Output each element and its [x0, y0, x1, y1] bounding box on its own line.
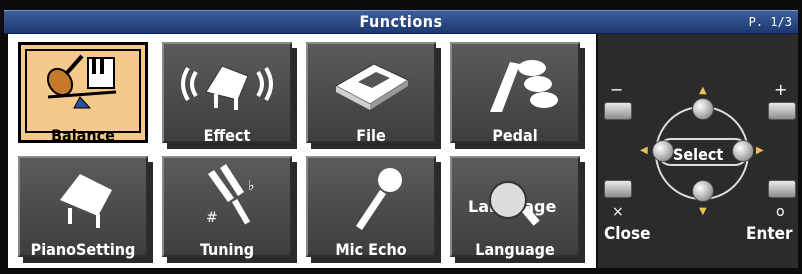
right-button[interactable]	[732, 140, 754, 162]
close-button[interactable]	[604, 180, 632, 198]
tile-language[interactable]: Language Language	[450, 156, 586, 263]
tile-file[interactable]: File	[306, 42, 442, 149]
tile-label: Pedal	[492, 126, 538, 145]
control-panel: − + ▲ ▼ ◀ ▶ Select × Close o Enter	[598, 34, 798, 268]
down-arrow-icon: ▼	[699, 206, 707, 217]
svg-text:#: #	[206, 210, 218, 226]
tile-label: Balance	[51, 126, 115, 145]
up-button[interactable]	[692, 98, 714, 120]
page-title: Functions	[359, 12, 443, 31]
tile-label: Effect	[203, 126, 251, 145]
tile-tuning[interactable]: # ♭ Tuning	[162, 156, 298, 263]
tile-label: Mic Echo	[335, 240, 407, 259]
functions-screen: Functions P. 1/3 Balance Effect File Ped…	[0, 0, 802, 274]
tile-label: File	[356, 126, 386, 145]
down-button[interactable]	[692, 180, 714, 202]
tile-mic-echo[interactable]: Mic Echo	[306, 156, 442, 263]
page-indicator: P. 1/3	[748, 15, 792, 29]
select-label: Select	[673, 145, 724, 164]
close-label: Close	[604, 224, 651, 244]
tile-label: PianoSetting	[30, 240, 136, 259]
tile-pedal[interactable]: Pedal	[450, 42, 586, 149]
tile-label: Tuning	[199, 240, 255, 259]
up-arrow-icon: ▲	[699, 85, 707, 96]
o-symbol: o	[776, 204, 785, 220]
left-arrow-icon: ◀	[640, 145, 648, 156]
svg-text:♭: ♭	[248, 178, 255, 194]
right-arrow-icon: ▶	[756, 145, 764, 156]
title-bar: Functions P. 1/3	[4, 10, 798, 34]
tile-label: Language	[475, 240, 555, 259]
tile-piano-setting[interactable]: PianoSetting	[18, 156, 154, 263]
x-symbol: ×	[612, 204, 624, 220]
tile-effect[interactable]: Effect	[162, 42, 298, 149]
enter-button[interactable]	[768, 180, 796, 198]
tile-balance[interactable]: Balance	[18, 42, 154, 149]
left-button[interactable]	[652, 140, 674, 162]
function-grid: Balance Effect File Pedal PianoSetting #…	[8, 34, 596, 268]
enter-label: Enter	[746, 224, 793, 244]
